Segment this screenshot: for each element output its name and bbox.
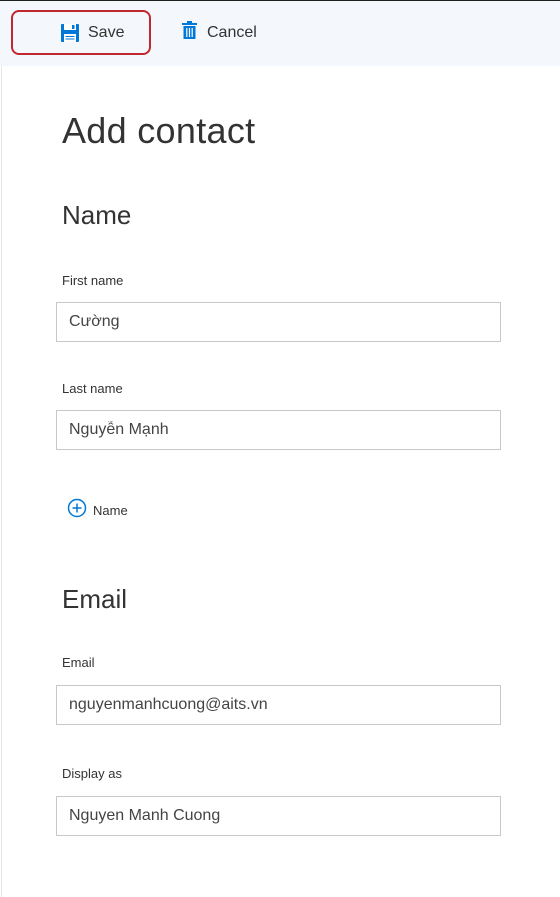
first-name-label: First name [62,273,124,288]
email-section-title: Email [62,584,128,614]
display-as-label: Display as [62,766,122,781]
cancel-button[interactable]: Cancel [182,10,292,55]
add-name-label: Name [93,503,128,518]
add-name-button[interactable]: Name [67,498,128,523]
add-circle-icon [67,498,87,523]
email-label: Email [62,655,95,670]
display-as-field[interactable] [56,796,501,836]
last-name-label: Last name [62,381,123,396]
last-name-field[interactable] [56,410,501,450]
first-name-field[interactable] [56,302,501,342]
trash-icon [182,21,197,44]
save-label: Save [88,23,125,41]
email-field[interactable] [56,685,501,725]
left-divider [1,0,2,897]
name-section-title: Name [62,200,132,230]
save-icon [61,24,79,47]
command-toolbar: Save Cancel [0,0,560,66]
page-title: Add contact [62,110,256,151]
save-button[interactable]: Save [11,10,151,55]
cancel-label: Cancel [207,23,257,41]
